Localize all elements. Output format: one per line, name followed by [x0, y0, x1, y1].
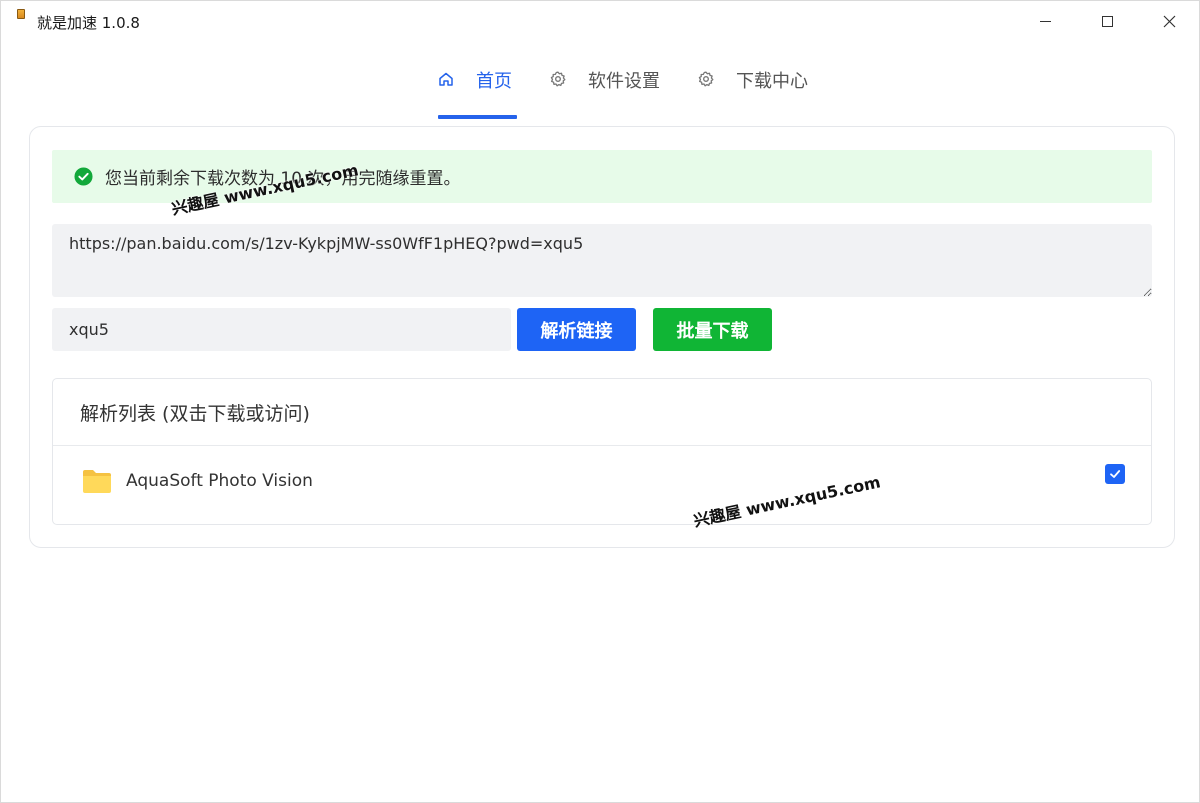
minimize-icon: [1039, 20, 1051, 22]
parse-list-panel: 解析列表 (双击下载或访问) AquaSoft Photo Vision: [52, 378, 1152, 525]
share-url-input[interactable]: https://pan.baidu.com/s/1zv-KykpjMW-ss0W…: [52, 224, 1152, 297]
tab-label: 首页: [476, 71, 512, 92]
parse-link-button[interactable]: 解析链接: [517, 308, 636, 351]
window-title: 就是加速 1.0.8: [37, 14, 140, 32]
batch-download-button[interactable]: 批量下载: [653, 308, 772, 351]
list-item[interactable]: AquaSoft Photo Vision: [53, 446, 1151, 516]
tab-label: 软件设置: [588, 71, 660, 92]
tab-home[interactable]: 首页: [438, 57, 517, 119]
home-icon: [439, 72, 453, 86]
tab-download-center[interactable]: 下载中心: [698, 57, 808, 119]
maximize-icon: [1101, 15, 1113, 27]
app-icon: [17, 9, 25, 19]
password-input[interactable]: [52, 308, 511, 351]
gear-icon: [698, 71, 714, 87]
gear-icon: [550, 71, 566, 87]
tab-settings[interactable]: 软件设置: [550, 57, 660, 119]
close-icon: [1163, 15, 1175, 27]
minimize-button[interactable]: [1014, 1, 1076, 41]
check-circle-icon: [74, 167, 93, 186]
title-bar: 就是加速 1.0.8: [1, 1, 1199, 41]
tab-label: 下载中心: [736, 71, 808, 92]
item-checkbox[interactable]: [1105, 464, 1125, 484]
maximize-button[interactable]: [1076, 1, 1138, 41]
folder-icon: [83, 470, 111, 493]
checkmark-icon: [1110, 470, 1121, 478]
list-title: 解析列表 (双击下载或访问): [53, 379, 1151, 446]
list-item-name: AquaSoft Photo Vision: [126, 471, 313, 491]
close-button[interactable]: [1138, 1, 1200, 41]
tab-bar: 首页 软件设置 下载中心: [1, 57, 1199, 119]
